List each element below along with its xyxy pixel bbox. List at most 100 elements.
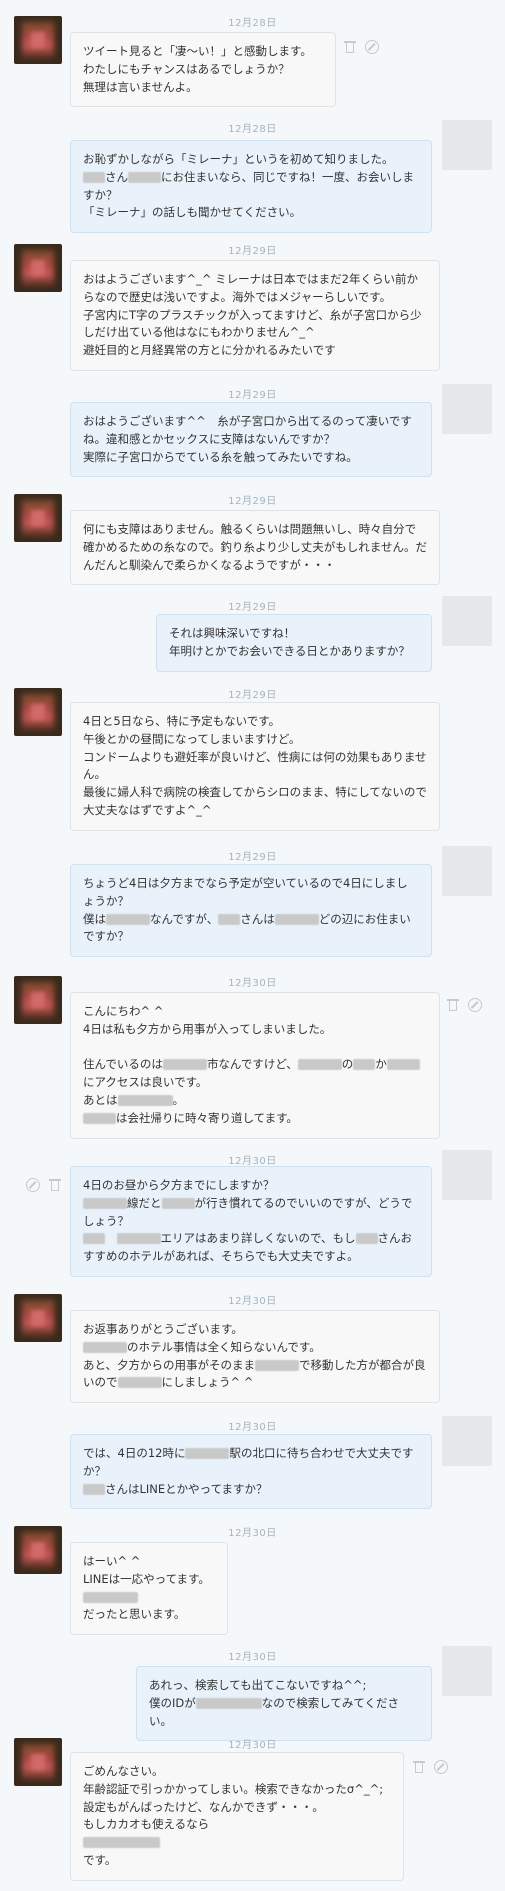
block-icon[interactable] <box>26 1178 40 1192</box>
message-line: 僕は なんですが、 さんは どの辺にお住まいですか？ <box>83 911 411 944</box>
message-line: ごめんなさい。 <box>83 1764 164 1778</box>
redacted-text <box>83 1591 138 1603</box>
block-icon[interactable] <box>468 998 482 1012</box>
message-line: 住んでいるのは 市なんですけど、のかにアクセスは良いです。 <box>83 1056 427 1092</box>
redacted-text <box>255 1359 300 1371</box>
message-date: 12月29日 <box>228 690 277 701</box>
message-line: 年明けとかでお会いできる日とかありますか？ <box>169 643 410 658</box>
redacted-text <box>355 1233 378 1245</box>
message-date: 12月29日 <box>228 602 277 613</box>
message-date: 12月28日 <box>228 18 277 29</box>
my-avatar[interactable] <box>442 384 492 434</box>
message-line: 無理は言いませんよ。 <box>83 79 198 94</box>
message-line: です。 <box>83 1853 117 1868</box>
message-line: 年齢認証で引っかかってしまい。検索できなかったσ^_^; <box>83 1781 384 1796</box>
message-bubble-partner: 4日と5日なら、特に予定もないです。 午後とかの昼間になってしまいますけど。 コ… <box>70 702 440 831</box>
message-date: 12月29日 <box>228 496 277 507</box>
message-bubble-partner: お返事ありがとうございます。 のホテル事情は全く知らないんです。 あと、夕方から… <box>70 1310 440 1404</box>
redacted-text <box>117 1095 173 1107</box>
message-date: 12月29日 <box>228 246 277 257</box>
message-bubble-partner: ツイート見ると「凄〜い！」と感動します。 わたしにもチャンスはあるでしょうか？ … <box>70 32 336 108</box>
message-line: 4日は私も夕方から用事が入ってしまいました。 <box>83 1021 332 1036</box>
message-line: おはようございます^^ 糸が子宮口から出てるのって凄いですね。違和感とかセックス… <box>83 414 412 446</box>
redacted-text <box>353 1059 376 1071</box>
redacted-text <box>83 1112 116 1124</box>
message-line: はーい^ ^ <box>83 1554 141 1568</box>
redacted-text <box>161 1197 195 1209</box>
message-thread: 12月28日 ツイート見ると「凄〜い！」と感動します。 わたしにもチャンスはある… <box>0 0 505 1891</box>
message-line: のホテル事情は全く知らないんです。 <box>83 1339 427 1357</box>
message-line: エリアはあまり詳しくないので、もし さんおすすめのホテルがあれば、そちらでも大丈夫… <box>83 1231 413 1264</box>
redacted-text <box>218 913 241 925</box>
message-bubble-partner: はーい^ ^ LINEは一応やってます。 だったと思います。 <box>70 1542 228 1636</box>
redacted-text <box>116 1233 161 1245</box>
redacted-text <box>83 1197 127 1209</box>
block-icon[interactable] <box>365 40 379 54</box>
message-tools <box>446 998 482 1012</box>
message-bubble-me: それは興味深いですね！ 年明けとかでお会いできる日とかありますか？ <box>156 614 432 672</box>
message-line: LINEは一応やってます。 <box>83 1571 210 1586</box>
message-line: 設定もがんばったけど、なんかできず・・・。 <box>83 1799 324 1814</box>
message-line: 何にも支障はありません。触るくらいは問題無いし、時々自分で確かめるための糸なので… <box>83 522 427 572</box>
message-line: こんにちわ^ ^ <box>83 1004 164 1018</box>
partner-avatar[interactable] <box>14 976 62 1024</box>
redacted-text <box>106 913 150 925</box>
trash-icon[interactable] <box>446 998 460 1012</box>
message-bubble-me: 4日のお昼から夕方までにしますか？ 線だと が行き慣れてるのでいいのですが、どうで… <box>70 1166 432 1278</box>
message-line: わたしにもチャンスはあるでしょうか？ <box>83 61 290 76</box>
message-date: 12月30日 <box>228 1156 277 1167</box>
message-line: それは興味深いですね！ <box>169 626 296 640</box>
message-date: 12月30日 <box>228 978 277 989</box>
message-line: コンドームよりも避妊率が良いけど、性病には何の効果もありません。 <box>83 749 427 782</box>
message-line: ちょうど4日は夕方までなら予定が空いているので4日にしましょうか？ <box>83 876 408 908</box>
message-date: 12月28日 <box>228 124 277 135</box>
message-line: 「ミレーナ」の話しも聞かせてください。 <box>83 205 302 220</box>
my-avatar[interactable] <box>442 120 492 170</box>
partner-avatar[interactable] <box>14 1526 62 1574</box>
partner-avatar[interactable] <box>14 688 62 736</box>
partner-avatar[interactable] <box>14 16 62 64</box>
block-icon[interactable] <box>434 1760 448 1774</box>
redacted-text <box>297 1059 342 1071</box>
trash-icon[interactable] <box>48 1178 62 1192</box>
my-avatar[interactable] <box>442 1150 492 1200</box>
message-tools <box>26 1178 62 1192</box>
message-line: 僕のIDが なので検索してみてください。 <box>149 1695 400 1728</box>
trash-icon[interactable] <box>343 40 357 54</box>
message-bubble-me: あれっ、検索しても出てこないですね^^; 僕のIDが なので検索してみてください。 <box>136 1666 432 1742</box>
message-date: 12月30日 <box>228 1528 277 1539</box>
message-line: は会社帰りに時々寄り道してます。 <box>83 1110 427 1128</box>
redacted-text <box>386 1059 420 1071</box>
my-avatar[interactable] <box>442 596 492 646</box>
message-line <box>83 1589 215 1607</box>
partner-avatar[interactable] <box>14 1738 62 1786</box>
message-line: では、4日の12時に 駅の北口に待ち合わせで大丈夫ですか？ <box>83 1446 414 1478</box>
message-date: 12月29日 <box>228 852 277 863</box>
redacted-text <box>83 171 105 183</box>
message-line <box>83 1039 427 1057</box>
message-bubble-partner: 何にも支障はありません。触るくらいは問題無いし、時々自分で確かめるための糸なので… <box>70 510 440 586</box>
message-line: あれっ、検索しても出てこないですね^^; <box>149 1678 367 1692</box>
my-avatar[interactable] <box>442 846 492 896</box>
message-line: ツイート見ると「凄〜い！」と感動します。 <box>83 44 312 58</box>
message-line: 避妊目的と月経異常の方とに分かれるみたいです <box>83 343 336 358</box>
partner-avatar[interactable] <box>14 244 62 292</box>
message-line: 線だと が行き慣れてるのでいいのですが、どうでしょう？ <box>83 1195 413 1228</box>
my-avatar[interactable] <box>442 1646 492 1696</box>
trash-icon[interactable] <box>412 1760 426 1774</box>
message-line: さんはLINEとかやってますか？ <box>83 1481 419 1499</box>
my-avatar[interactable] <box>442 1416 492 1466</box>
partner-avatar[interactable] <box>14 1294 62 1342</box>
redacted-text <box>195 1697 262 1709</box>
message-line: だったと思います。 <box>83 1607 186 1622</box>
redacted-text <box>83 1837 160 1849</box>
message-bubble-me: おはようございます^^ 糸が子宮口から出てるのって凄いですね。違和感とかセックス… <box>70 402 432 478</box>
partner-avatar[interactable] <box>14 494 62 542</box>
message-line: あと、夕方からの用事がそのまま で移動した方が都合が良いので にしましょう^ ^ <box>83 1357 426 1390</box>
message-date: 12月30日 <box>228 1652 277 1663</box>
message-bubble-me: では、4日の12時に 駅の北口に待ち合わせで大丈夫ですか？ さんはLINEとかやっ… <box>70 1434 432 1510</box>
redacted-text <box>162 1059 207 1071</box>
redacted-text <box>117 1377 162 1389</box>
redacted-text <box>83 1233 105 1245</box>
message-line: 実際に子宮口からでている糸を触ってみたいですね。 <box>83 449 358 464</box>
